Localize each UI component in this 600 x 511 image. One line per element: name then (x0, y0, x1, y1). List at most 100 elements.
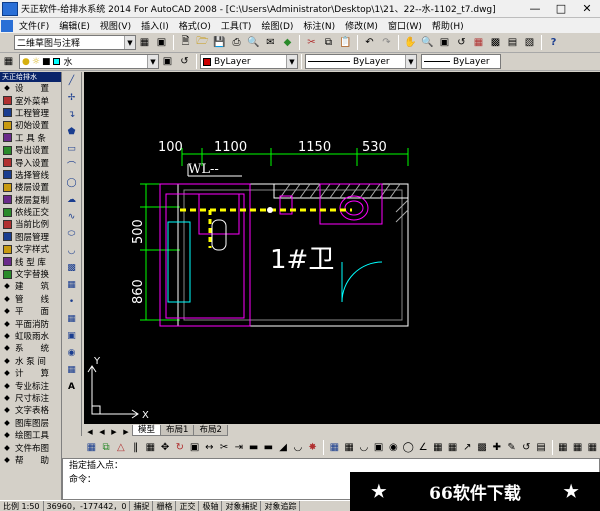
side-panel-item[interactable]: 专业标注 (0, 379, 61, 392)
polyline-icon[interactable]: ↴ (65, 108, 79, 122)
osnap-toggle[interactable]: 对象捕捉 (222, 500, 262, 511)
drawing-canvas[interactable]: 100 1100 1150 530 500 860 WL-- 1#卫 Y X (84, 72, 600, 424)
layer-manager-icon[interactable]: ▦ (1, 54, 16, 69)
scale-indicator[interactable]: 比例 1:50 (0, 500, 44, 511)
break-icon[interactable]: ▬ (247, 441, 260, 454)
workspace-save-icon[interactable]: ▣ (154, 35, 169, 50)
menu-help[interactable]: 帮助(H) (427, 19, 469, 32)
layer-previous-icon[interactable]: ↺ (177, 54, 192, 69)
line-icon[interactable]: ╱ (65, 74, 79, 88)
pan-icon[interactable]: ✋ (403, 35, 418, 50)
side-panel-item[interactable]: 文字表格 (0, 404, 61, 416)
cut-icon[interactable]: ✂ (304, 35, 319, 50)
side-panel-item[interactable]: 导出设置 (0, 144, 61, 156)
multiline-text-icon[interactable]: A (65, 380, 79, 394)
dim-ordinate-icon[interactable]: ▣ (372, 441, 385, 454)
side-panel-item[interactable]: 尺寸标注 (0, 392, 61, 404)
menu-format[interactable]: 格式(O) (174, 19, 216, 32)
print-icon[interactable]: ⎙ (229, 35, 244, 50)
side-panel-item[interactable]: 工 具 条 (0, 132, 61, 144)
dim-continue-icon[interactable]: ▦ (446, 441, 459, 454)
otrack-toggle[interactable]: 对象追踪 (261, 500, 301, 511)
dim-aligned-icon[interactable]: ▦ (343, 441, 356, 454)
chamfer-icon[interactable]: ◢ (277, 441, 290, 454)
tab-layout2[interactable]: 布局2 (193, 425, 228, 436)
dim-radius-icon[interactable]: ◉ (387, 441, 400, 454)
maximize-button[interactable]: □ (548, 0, 574, 18)
make-block-icon[interactable]: ▦ (65, 278, 79, 292)
hatch-icon[interactable]: ▦ (65, 312, 79, 326)
menu-window[interactable]: 窗口(W) (383, 19, 427, 32)
new-file-icon[interactable]: 🗎 (178, 35, 193, 50)
minimize-button[interactable]: — (522, 0, 548, 18)
side-panel-item[interactable]: 帮 助 (0, 454, 61, 466)
linetype-combo[interactable]: ByLayer ▼ (305, 54, 417, 69)
menu-modify[interactable]: 修改(M) (340, 19, 383, 32)
workspace-settings-icon[interactable]: ▦ (137, 35, 152, 50)
side-panel-item[interactable]: 平面消防 (0, 317, 61, 330)
dim-arc-icon[interactable]: ◡ (358, 441, 371, 454)
side-panel-item[interactable]: 计 算 (0, 367, 61, 379)
text-style-icon[interactable]: ▦ (557, 441, 570, 454)
save-icon[interactable]: 💾 (212, 35, 227, 50)
plot-preview-icon[interactable]: 🔍 (246, 35, 261, 50)
point-icon[interactable]: • (65, 295, 79, 309)
dim-angular-icon[interactable]: ∠ (417, 441, 430, 454)
region-icon[interactable]: ◉ (65, 346, 79, 360)
tab-layout1[interactable]: 布局1 (160, 425, 195, 436)
publish-icon[interactable]: ✉ (263, 35, 278, 50)
undo-icon[interactable]: ↶ (362, 35, 377, 50)
side-panel-item[interactable]: 楼层设置 (0, 181, 61, 193)
side-panel-item[interactable]: 导入设置 (0, 156, 61, 169)
side-panel-item[interactable]: 水 泵 间 (0, 355, 61, 367)
color-combo[interactable]: ByLayer ▼ (200, 54, 298, 69)
table-icon[interactable]: ▦ (65, 363, 79, 377)
construction-line-icon[interactable]: ✢ (65, 91, 79, 105)
menu-view[interactable]: 视图(V) (95, 19, 136, 32)
tool-palettes-icon[interactable]: ▤ (505, 35, 520, 50)
lineweight-combo[interactable]: ByLayer (421, 54, 501, 69)
paste-icon[interactable]: 📋 (338, 35, 353, 50)
tab-first-icon[interactable]: ◀ (84, 428, 96, 436)
properties-icon[interactable]: ▦ (471, 35, 486, 50)
copy-object-icon[interactable]: ⧉ (100, 441, 113, 454)
zoom-previous-icon[interactable]: ↺ (454, 35, 469, 50)
design-center-icon[interactable]: ▩ (488, 35, 503, 50)
dim-update-icon[interactable]: ↺ (520, 441, 533, 454)
side-panel-item[interactable]: 室外菜单 (0, 94, 61, 107)
menu-draw[interactable]: 绘图(D) (256, 19, 298, 32)
side-panel-item[interactable]: 设 置 (0, 82, 61, 94)
menu-edit[interactable]: 编辑(E) (54, 19, 95, 32)
circle-icon[interactable]: ◯ (65, 176, 79, 190)
side-panel-item[interactable]: 选择管线 (0, 169, 61, 181)
mirror-icon[interactable]: △ (115, 441, 128, 454)
side-panel-item[interactable]: 依线正交 (0, 206, 61, 218)
table-style-icon[interactable]: ▦ (571, 441, 584, 454)
insert-block-icon[interactable]: ▩ (65, 261, 79, 275)
trim-icon[interactable]: ✂ (218, 441, 231, 454)
side-panel-item[interactable]: 文件布图 (0, 441, 61, 454)
open-folder-icon[interactable]: 🗁 (195, 35, 210, 50)
copy-icon[interactable]: ⧉ (321, 35, 336, 50)
menu-insert[interactable]: 插入(I) (136, 19, 174, 32)
dim-edit-icon[interactable]: ✎ (505, 441, 518, 454)
menu-file[interactable]: 文件(F) (14, 19, 54, 32)
redo-icon[interactable]: ↷ (379, 35, 394, 50)
fillet-icon[interactable]: ◡ (292, 441, 305, 454)
doc-icon[interactable] (1, 19, 13, 32)
side-panel-item[interactable]: 楼层复制 (0, 194, 61, 206)
revision-cloud-icon[interactable]: ☁ (65, 193, 79, 207)
dim-linear-icon[interactable]: ▦ (328, 441, 341, 454)
side-panel-item[interactable]: 图层管理 (0, 231, 61, 243)
spline-icon[interactable]: ∿ (65, 210, 79, 224)
tab-prev-icon[interactable]: ◀ (96, 428, 108, 436)
close-button[interactable]: ✕ (574, 0, 600, 18)
snap-toggle[interactable]: 捕捉 (130, 500, 154, 511)
explode-icon[interactable]: ✸ (306, 441, 319, 454)
menu-tools[interactable]: 工具(T) (216, 19, 257, 32)
side-panel-item[interactable]: 虹吸雨水 (0, 330, 61, 342)
side-panel-item[interactable]: 工程管理 (0, 107, 61, 119)
side-panel-item[interactable]: 系 统 (0, 342, 61, 354)
ellipse-arc-icon[interactable]: ◡ (65, 244, 79, 258)
side-panel-item[interactable]: 建 筑 (0, 280, 61, 292)
